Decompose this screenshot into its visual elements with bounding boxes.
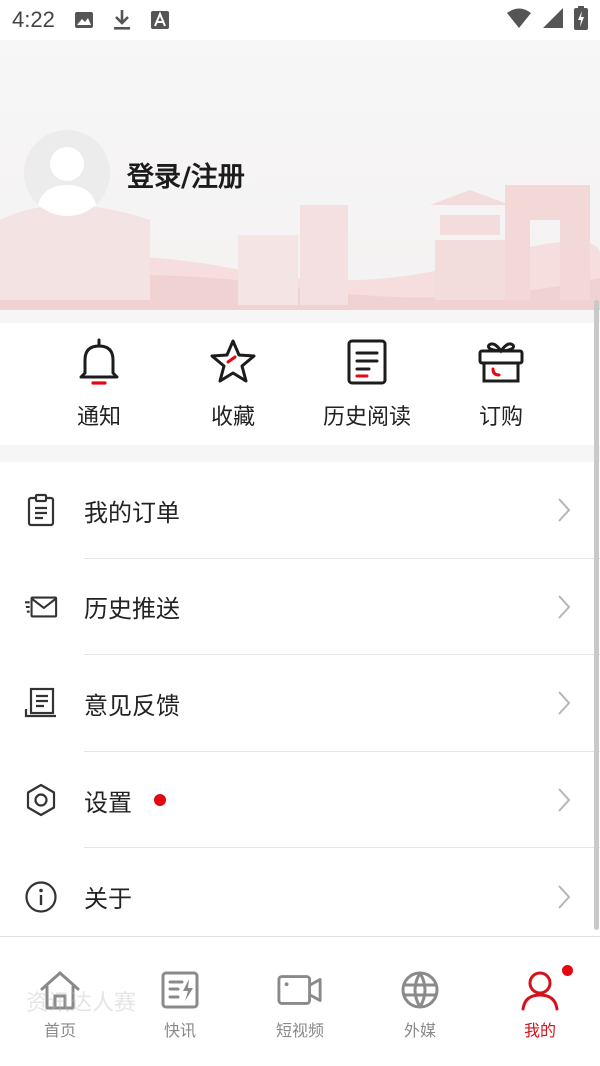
nav-label: 外媒 [403,1021,436,1040]
settings-menu: 我的订单 历史推送 意见反馈 设置 关于 [0,462,600,936]
quick-action-reading-history[interactable]: 历史阅读 [312,323,422,445]
battery-charging-icon [574,6,588,34]
quick-action-label: 订购 [478,405,523,430]
document-icon [342,337,392,387]
nav-label: 我的 [523,1021,556,1040]
globe-icon [397,967,443,1013]
settings-icon [24,783,58,817]
signal-icon [542,7,564,33]
quick-action-label: 收藏 [210,405,255,430]
video-icon [277,967,323,1013]
quick-action-label: 通知 [76,405,121,430]
scrollbar[interactable] [594,300,599,930]
chevron-right-icon [558,788,571,812]
feedback-icon [24,686,58,720]
settings-notification-dot [154,794,166,807]
download-icon [111,9,133,31]
avatar[interactable] [24,130,110,216]
mail-icon [24,590,58,624]
menu-label: 设置 [84,788,132,817]
nav-label: 短视频 [275,1021,324,1040]
nav-label: 首页 [43,1021,76,1040]
chevron-right-icon [558,498,571,522]
my-page: 4:22 登录/注册 通知 收藏 历史阅读 订购 我的订单 历史推送 意见反馈 … [0,0,600,1066]
status-bar: 4:22 [0,0,600,40]
bell-icon [74,337,124,387]
menu-item-feedback[interactable]: 意见反馈 [0,655,600,752]
login-register-link[interactable]: 登录/注册 [127,155,245,194]
nav-tab-home[interactable]: 首页 资讯达人赛 [0,937,136,1066]
flash-news-icon [157,967,203,1013]
chevron-right-icon [558,884,571,909]
home-icon [37,967,83,1013]
menu-label: 历史推送 [84,595,180,624]
menu-label: 关于 [84,885,132,914]
bottom-navigation: 首页 资讯达人赛 快讯 短视频 外媒 我的 [0,936,600,1066]
quick-actions: 通知 收藏 历史阅读 订购 [0,323,600,445]
menu-label: 意见反馈 [84,691,180,720]
menu-label: 我的订单 [84,498,180,527]
menu-item-settings[interactable]: 设置 [0,752,600,849]
chevron-right-icon [558,691,571,716]
nav-label: 快讯 [163,1021,196,1040]
info-icon [24,880,58,914]
menu-item-about[interactable]: 关于 [0,848,600,945]
image-icon [73,9,95,31]
profile-header: 登录/注册 [0,40,600,310]
wifi-icon [506,7,532,33]
star-icon [208,337,258,387]
quick-action-label: 历史阅读 [322,405,411,430]
nav-tab-flash-news[interactable]: 快讯 [120,937,240,1066]
nav-tab-mine[interactable]: 我的 [480,937,600,1066]
user-icon [517,967,563,1013]
gift-icon [476,337,526,387]
font-icon [149,9,171,31]
nav-tab-short-video[interactable]: 短视频 [240,937,360,1066]
menu-item-push-history[interactable]: 历史推送 [0,559,600,656]
menu-item-my-orders[interactable]: 我的订单 [0,462,600,559]
quick-action-notifications[interactable]: 通知 [44,323,154,445]
clipboard-icon [24,493,58,527]
quick-action-subscribe[interactable]: 订购 [446,323,556,445]
nav-tab-foreign-media[interactable]: 外媒 [360,937,480,1066]
nav-notification-dot [562,965,573,976]
status-time: 4:22 [12,7,55,32]
quick-action-favorites[interactable]: 收藏 [178,323,288,445]
chevron-right-icon [558,595,571,619]
